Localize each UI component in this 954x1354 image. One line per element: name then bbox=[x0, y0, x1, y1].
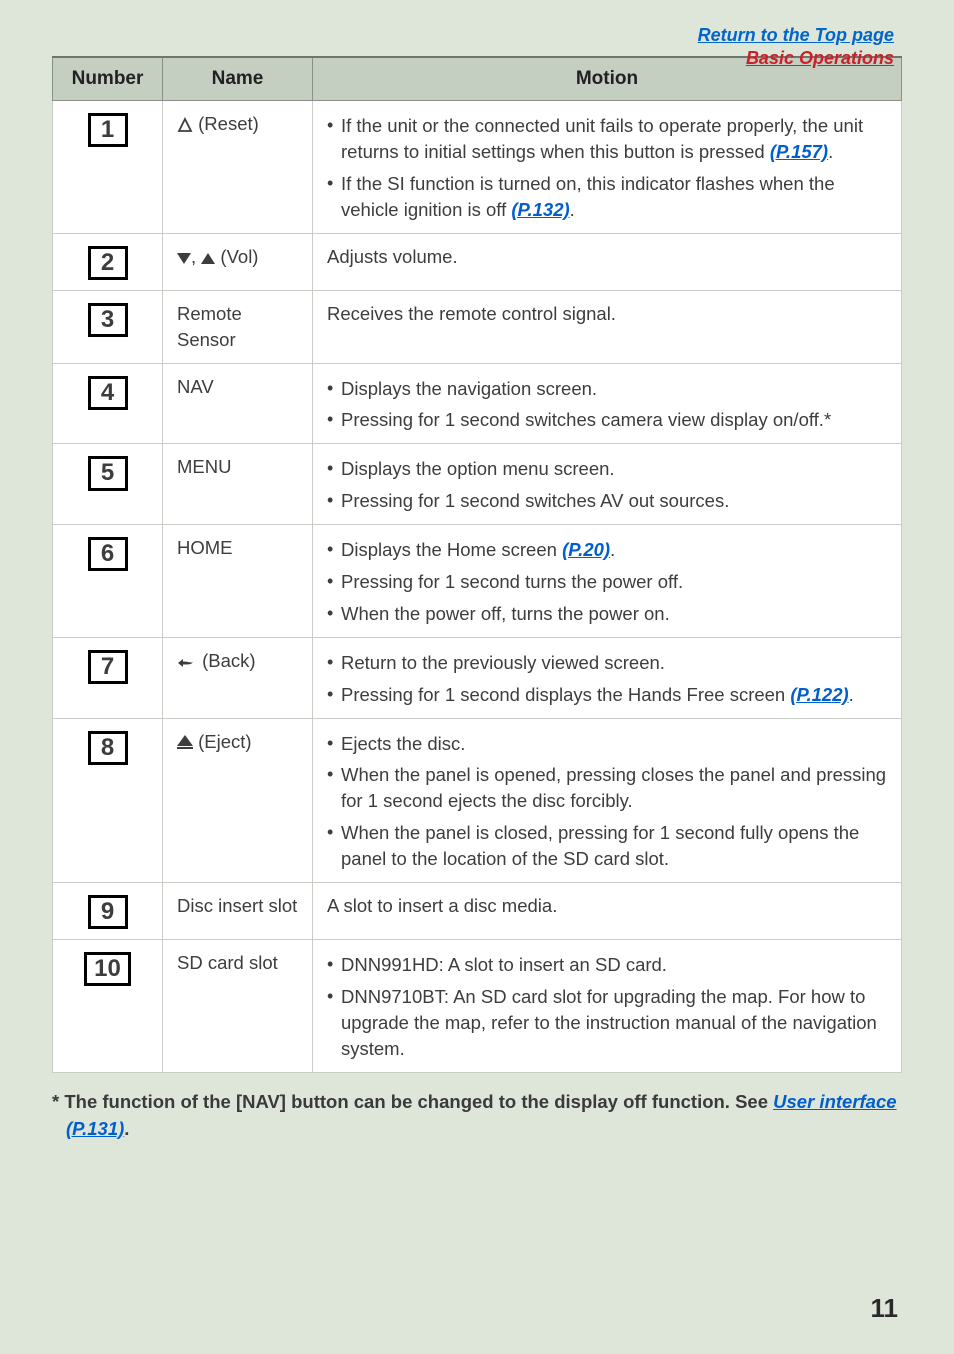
row-number-badge: 7 bbox=[88, 650, 128, 684]
row-name: Remote Sensor bbox=[163, 290, 313, 363]
row-name: Disc insert slot bbox=[163, 883, 313, 940]
list-item: When the power off, turns the power on. bbox=[327, 601, 887, 627]
motion-cell: A slot to insert a disc media. bbox=[313, 883, 902, 940]
row-name: HOME bbox=[163, 525, 313, 638]
motion-cell: Adjusts volume. bbox=[313, 233, 902, 290]
row-name: (Reset) bbox=[163, 101, 313, 234]
motion-list: Ejects the disc. When the panel is opene… bbox=[327, 731, 887, 872]
table-row: 4 NAV Displays the navigation screen. Pr… bbox=[53, 363, 902, 444]
page-ref-link[interactable]: (P.122) bbox=[790, 684, 848, 705]
page-ref-link[interactable]: (P.132) bbox=[511, 199, 569, 220]
table-row: 6 HOME Displays the Home screen (P.20). … bbox=[53, 525, 902, 638]
list-item: DNN991HD: A slot to insert an SD card. bbox=[327, 952, 887, 978]
list-item: Pressing for 1 second displays the Hands… bbox=[327, 682, 887, 708]
table-row: 3 Remote Sensor Receives the remote cont… bbox=[53, 290, 902, 363]
table-row: 2 , (Vol) Adjusts volume. bbox=[53, 233, 902, 290]
buttons-table: Number Name Motion 1 (Reset) If the unit… bbox=[52, 56, 902, 1073]
row-number-badge: 1 bbox=[88, 113, 128, 147]
row-name: , (Vol) bbox=[163, 233, 313, 290]
table-row: 10 SD card slot DNN991HD: A slot to inse… bbox=[53, 940, 902, 1073]
row-number-badge: 10 bbox=[84, 952, 131, 986]
row-number-badge: 2 bbox=[88, 246, 128, 280]
volume-up-icon bbox=[201, 253, 215, 264]
motion-list: Displays the option menu screen. Pressin… bbox=[327, 456, 887, 514]
row-name: MENU bbox=[163, 444, 313, 525]
row-name-text: (Reset) bbox=[193, 113, 259, 134]
list-item: When the panel is opened, pressing close… bbox=[327, 762, 887, 814]
row-name: (Eject) bbox=[163, 718, 313, 882]
row-number-badge: 4 bbox=[88, 376, 128, 410]
table-row: 7 (Back) Return to the previously viewed… bbox=[53, 637, 902, 718]
col-header-number: Number bbox=[53, 57, 163, 101]
list-item: Return to the previously viewed screen. bbox=[327, 650, 887, 676]
list-item: Ejects the disc. bbox=[327, 731, 887, 757]
back-icon bbox=[177, 650, 197, 671]
motion-list: Displays the Home screen (P.20). Pressin… bbox=[327, 537, 887, 627]
table-row: 1 (Reset) If the unit or the connected u… bbox=[53, 101, 902, 234]
row-number-badge: 3 bbox=[88, 303, 128, 337]
list-item: If the SI function is turned on, this in… bbox=[327, 171, 887, 223]
row-number-badge: 6 bbox=[88, 537, 128, 571]
row-name: (Back) bbox=[163, 637, 313, 718]
motion-list: Displays the navigation screen. Pressing… bbox=[327, 376, 887, 434]
motion-cell: Receives the remote control signal. bbox=[313, 290, 902, 363]
page-ref-link[interactable]: (P.157) bbox=[770, 141, 828, 162]
basic-operations-link[interactable]: Basic Operations bbox=[746, 48, 894, 68]
list-item: If the unit or the connected unit fails … bbox=[327, 113, 887, 165]
table-row: 8 (Eject) Ejects the disc. When the pane… bbox=[53, 718, 902, 882]
eject-icon bbox=[177, 735, 193, 746]
volume-down-icon bbox=[177, 253, 191, 264]
return-top-link[interactable]: Return to the Top page bbox=[698, 25, 894, 45]
row-name-text: (Eject) bbox=[193, 731, 252, 752]
row-number-badge: 5 bbox=[88, 456, 128, 490]
row-name-text: (Back) bbox=[197, 650, 256, 671]
list-item: Pressing for 1 second switches AV out so… bbox=[327, 488, 887, 514]
list-item: Displays the navigation screen. bbox=[327, 376, 887, 402]
motion-list: If the unit or the connected unit fails … bbox=[327, 113, 887, 223]
table-row: 9 Disc insert slot A slot to insert a di… bbox=[53, 883, 902, 940]
reset-icon bbox=[177, 113, 193, 134]
list-item: Displays the Home screen (P.20). bbox=[327, 537, 887, 563]
row-name: NAV bbox=[163, 363, 313, 444]
row-number-badge: 9 bbox=[88, 895, 128, 929]
col-header-name: Name bbox=[163, 57, 313, 101]
footnote: * The function of the [NAV] button can b… bbox=[52, 1089, 902, 1143]
table-row: 5 MENU Displays the option menu screen. … bbox=[53, 444, 902, 525]
list-item: Pressing for 1 second turns the power of… bbox=[327, 569, 887, 595]
header-links: Return to the Top page Basic Operations bbox=[698, 24, 894, 69]
row-number-badge: 8 bbox=[88, 731, 128, 765]
list-item: DNN9710BT: An SD card slot for upgrading… bbox=[327, 984, 887, 1062]
list-item: Displays the option menu screen. bbox=[327, 456, 887, 482]
page-ref-link[interactable]: (P.20) bbox=[562, 539, 610, 560]
row-name-text: (Vol) bbox=[215, 246, 258, 267]
list-item: Pressing for 1 second switches camera vi… bbox=[327, 407, 887, 433]
list-item: When the panel is closed, pressing for 1… bbox=[327, 820, 887, 872]
motion-list: Return to the previously viewed screen. … bbox=[327, 650, 887, 708]
row-name: SD card slot bbox=[163, 940, 313, 1073]
page-number: 11 bbox=[871, 1293, 899, 1324]
motion-list: DNN991HD: A slot to insert an SD card. D… bbox=[327, 952, 887, 1062]
